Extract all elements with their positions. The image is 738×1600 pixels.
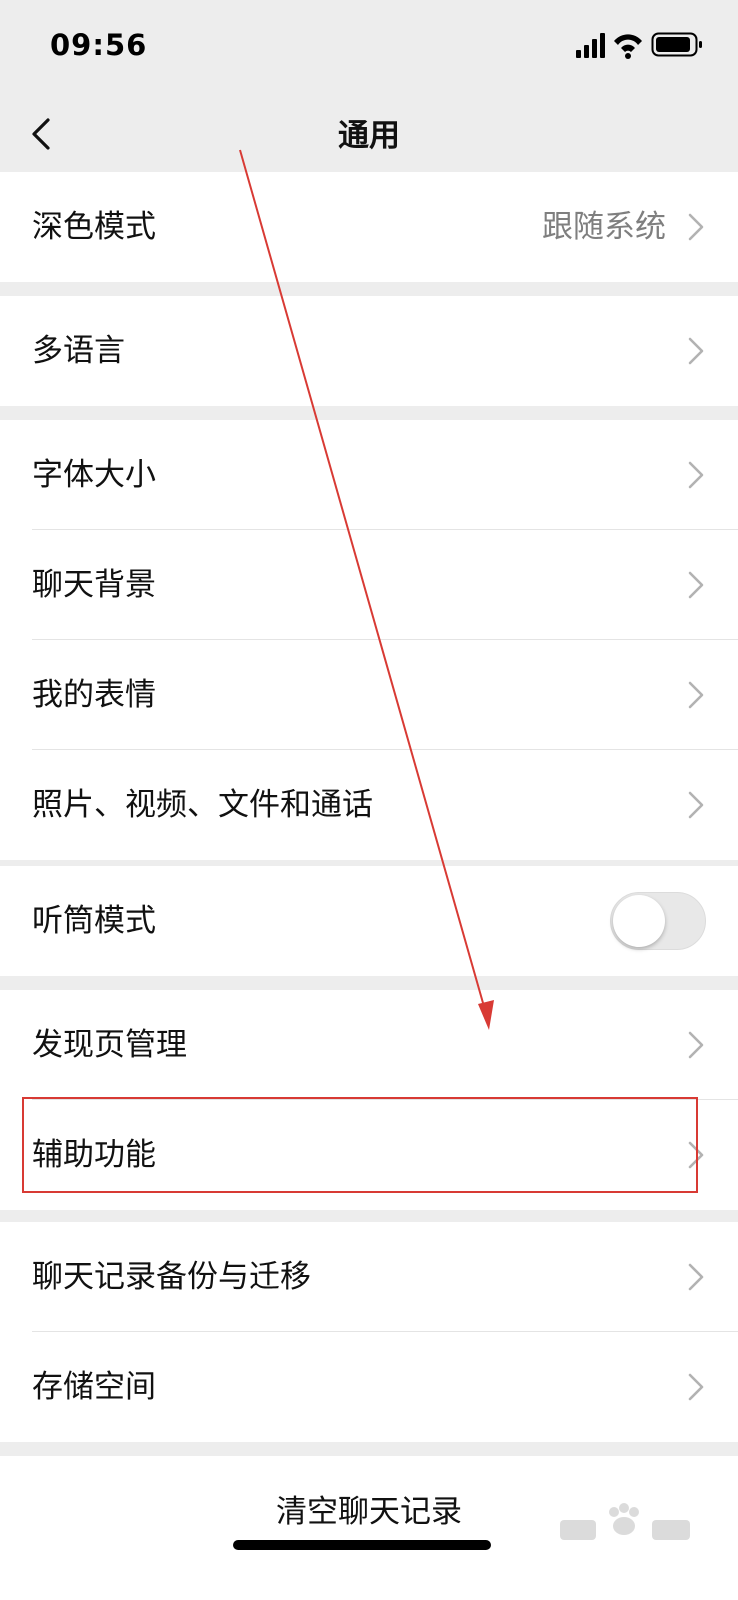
row-label: 听筒模式 <box>32 903 156 939</box>
language-row[interactable]: 多语言 <box>0 296 738 406</box>
battery-icon <box>651 32 702 57</box>
chat-background-row[interactable]: 聊天背景 <box>0 530 738 640</box>
settings-group-storage: 聊天记录备份与迁移 存储空间 <box>0 1222 738 1442</box>
chevron-right-icon <box>688 1031 704 1059</box>
font-size-row[interactable]: 字体大小 <box>0 420 738 530</box>
chevron-right-icon <box>688 791 704 819</box>
row-label: 多语言 <box>32 333 125 369</box>
status-bar: 09:56 <box>0 0 738 90</box>
chevron-right-icon <box>688 1141 704 1169</box>
chevron-right-icon <box>688 681 704 709</box>
dark-mode-value: 跟随系统 <box>542 209 666 245</box>
earpiece-mode-toggle[interactable] <box>610 892 706 950</box>
settings-group-display: 深色模式 跟随系统 <box>0 172 738 282</box>
chevron-right-icon <box>688 1373 704 1401</box>
page-title: 通用 <box>338 118 400 154</box>
chevron-right-icon <box>688 461 704 489</box>
cellular-signal-icon <box>576 33 605 58</box>
dark-mode-row[interactable]: 深色模式 跟随系统 <box>0 172 738 282</box>
storage-space-row[interactable]: 存储空间 <box>0 1332 738 1442</box>
settings-group-audio: 听筒模式 <box>0 866 738 976</box>
chevron-right-icon <box>688 213 704 241</box>
chevron-right-icon <box>688 1263 704 1291</box>
toggle-knob <box>613 895 665 947</box>
media-files-calls-row[interactable]: 照片、视频、文件和通话 <box>0 750 738 860</box>
chevron-right-icon <box>688 337 704 365</box>
status-icons <box>576 32 702 59</box>
discover-management-row[interactable]: 发现页管理 <box>0 990 738 1100</box>
row-label: 照片、视频、文件和通话 <box>32 787 373 823</box>
row-label: 聊天背景 <box>32 567 156 603</box>
status-time: 09:56 <box>50 28 148 62</box>
chevron-right-icon <box>688 571 704 599</box>
row-label: 聊天记录备份与迁移 <box>32 1259 311 1295</box>
row-label: 发现页管理 <box>32 1027 187 1063</box>
row-label: 我的表情 <box>32 677 156 713</box>
settings-group-features: 发现页管理 辅助功能 <box>0 990 738 1210</box>
earpiece-mode-row: 听筒模式 <box>0 866 738 976</box>
row-label: 辅助功能 <box>32 1137 156 1173</box>
accessibility-row[interactable]: 辅助功能 <box>0 1100 738 1210</box>
chat-backup-migration-row[interactable]: 聊天记录备份与迁移 <box>0 1222 738 1332</box>
my-stickers-row[interactable]: 我的表情 <box>0 640 738 750</box>
wifi-icon <box>614 34 642 59</box>
row-label: 深色模式 <box>32 209 156 245</box>
home-indicator <box>233 1540 491 1550</box>
row-label: 存储空间 <box>32 1369 156 1405</box>
baidu-watermark-icon <box>560 1503 690 1540</box>
nav-bar: 通用 <box>0 90 738 176</box>
row-label: 字体大小 <box>32 457 156 493</box>
settings-group-chat: 字体大小 聊天背景 我的表情 照片、视频、文件和通话 <box>0 420 738 860</box>
settings-group-language: 多语言 <box>0 296 738 406</box>
